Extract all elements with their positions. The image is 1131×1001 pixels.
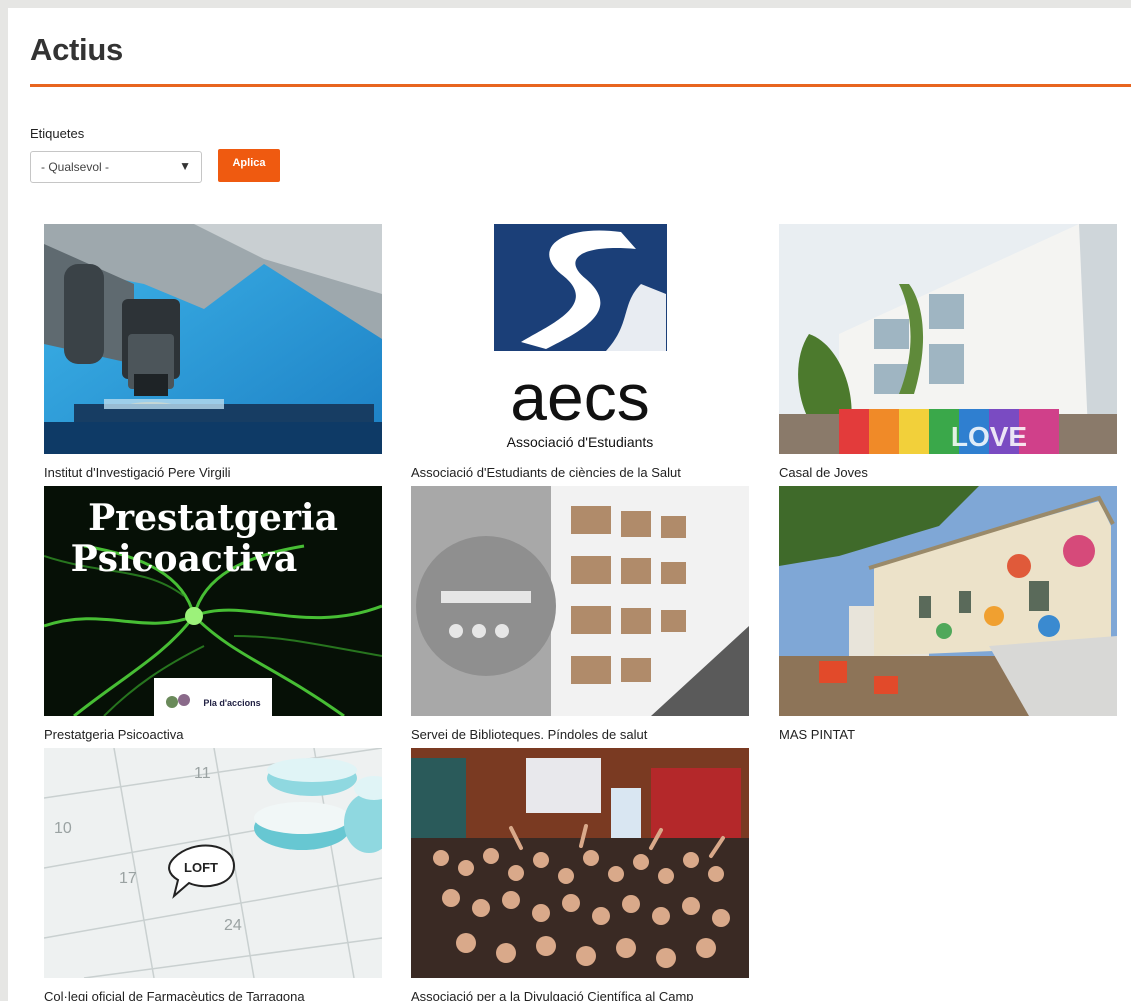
tags-select-value: - Qualsevol -: [41, 160, 110, 174]
item-caption[interactable]: Col·legi oficial de Farmacèutics de Tarr…: [44, 989, 382, 1001]
image-title-line1: Prestatgeria: [88, 497, 338, 539]
aecs-logo-image: aecs Associació d'Estudiants: [411, 224, 749, 454]
calendar-number: 10: [54, 820, 72, 837]
grid-item[interactable]: LOVE Casal de Joves: [779, 224, 1117, 480]
item-thumbnail[interactable]: [779, 486, 1117, 716]
chevron-down-icon: ▼: [179, 159, 191, 173]
page-title: Actius: [30, 32, 123, 67]
item-thumbnail[interactable]: LOVE: [779, 224, 1117, 454]
calendar-pills-image: 11 10 17 24 LOFT: [44, 748, 382, 978]
item-caption[interactable]: Associació per a la Divulgació Científic…: [411, 989, 749, 1001]
group-photo-image: [411, 748, 749, 978]
item-caption[interactable]: Prestatgeria Psicoactiva: [44, 727, 382, 742]
grid-item[interactable]: Associació per a la Divulgació Científic…: [411, 748, 749, 1001]
grid-item[interactable]: Servei de Biblioteques. Píndoles de salu…: [411, 486, 749, 742]
item-caption[interactable]: Associació d'Estudiants de ciències de l…: [411, 465, 749, 480]
aecs-logo-text: aecs: [510, 360, 649, 434]
grid-item[interactable]: MAS PINTAT: [779, 486, 1117, 742]
item-caption[interactable]: Casal de Joves: [779, 465, 1117, 480]
tags-filter-label: Etiquetes: [30, 126, 85, 141]
calendar-number: 11: [194, 765, 211, 782]
grid-item[interactable]: 11 10 17 24 LOFT Col·legi oficial de Far…: [44, 748, 382, 1001]
item-caption[interactable]: MAS PINTAT: [779, 727, 1117, 742]
plan-badge-text: Pla d'accions: [203, 698, 260, 708]
building-image: LOVE: [779, 224, 1117, 454]
grid-item[interactable]: aecs Associació d'Estudiants Associació …: [411, 224, 749, 480]
tags-select[interactable]: - Qualsevol - ▼: [30, 151, 202, 183]
item-thumbnail[interactable]: 11 10 17 24 LOFT: [44, 748, 382, 978]
image-title-line2: Psicoactiva: [71, 538, 298, 580]
grid-item[interactable]: Prestatgeria Psicoactiva Pla d'accions P…: [44, 486, 382, 742]
calendar-number: 24: [224, 917, 242, 934]
item-caption[interactable]: Servei de Biblioteques. Píndoles de salu…: [411, 727, 749, 742]
item-thumbnail[interactable]: [411, 486, 749, 716]
item-thumbnail[interactable]: [411, 748, 749, 978]
mural-text: LOVE: [951, 421, 1027, 452]
microscope-image: [44, 224, 382, 454]
item-caption[interactable]: Institut d'Investigació Pere Virgili: [44, 465, 382, 480]
title-underline: [30, 84, 1131, 87]
item-thumbnail[interactable]: [44, 224, 382, 454]
mas-pintat-image: [779, 486, 1117, 716]
library-image: [411, 486, 749, 716]
page: Actius Etiquetes - Qualsevol - ▼ Aplica: [8, 8, 1131, 1001]
item-thumbnail[interactable]: Prestatgeria Psicoactiva Pla d'accions: [44, 486, 382, 716]
bubble-text: LOFT: [184, 860, 218, 875]
calendar-number: 17: [119, 870, 137, 887]
grid-item[interactable]: Institut d'Investigació Pere Virgili: [44, 224, 382, 480]
neuron-image: Prestatgeria Psicoactiva Pla d'accions: [44, 486, 382, 716]
apply-button[interactable]: Aplica: [218, 149, 280, 182]
aecs-logo-subtitle: Associació d'Estudiants: [507, 434, 654, 450]
item-thumbnail[interactable]: aecs Associació d'Estudiants: [411, 224, 749, 454]
